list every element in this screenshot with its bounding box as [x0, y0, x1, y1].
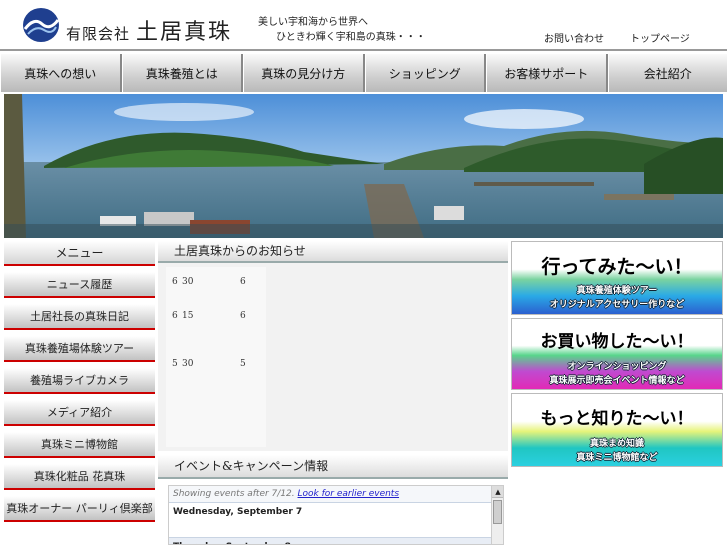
news-body: 6 30 6 6 15 6 5 30 5 — [158, 265, 508, 460]
menu-item-live-camera[interactable]: 養殖場ライブカメラ — [4, 368, 155, 394]
menu-item-owner-club[interactable]: 真珠オーナー パーリィ倶楽部 — [4, 496, 155, 522]
nav-item-pearl-farming[interactable]: 真珠養殖とは — [121, 54, 243, 92]
news-list-background — [166, 267, 266, 447]
bay-panorama-image — [4, 94, 723, 238]
nav-item-shopping[interactable]: ショッピング — [364, 54, 486, 92]
news-extra: 5 — [240, 359, 246, 369]
banner-learn[interactable]: もっと知りた～い！ 真珠まめ知識 真珠ミニ博物館など — [511, 393, 723, 467]
banner-headline: 行ってみた～い！ — [541, 256, 693, 278]
banner-line2: オリジナルアクセサリー作りなど — [549, 300, 685, 310]
banner-headline: お買い物した～い！ — [540, 332, 694, 352]
event-day: Thursday, September 8 — [169, 537, 503, 544]
scroll-up-icon[interactable]: ▲ — [492, 486, 503, 498]
tagline: 美しい宇和海から世界へ ひときわ輝く宇和島の真珠・・・ — [258, 15, 426, 45]
news-panel: 土居真珠からのお知らせ 6 30 6 6 15 6 5 30 5 — [158, 241, 508, 460]
header-divider — [0, 49, 727, 51]
news-extra: 6 — [240, 311, 246, 321]
banner-shopping[interactable]: お買い物した～い！ オンラインショッピング 真珠展示即売会イベント情報など — [511, 318, 723, 390]
news-day: 30 — [182, 277, 194, 287]
events-calendar: Showing events after 7/12. Look for earl… — [168, 485, 504, 545]
events-panel: イベント&キャンペーン情報 Showing events after 7/12.… — [158, 455, 508, 545]
banner-line1: 真珠養殖体験ツアー — [576, 286, 658, 296]
nav-item-pearl-identify[interactable]: 真珠の見分け方 — [243, 54, 365, 92]
news-extra: 6 — [240, 277, 246, 287]
banner-headline: もっと知りた～い！ — [540, 409, 694, 429]
events-note-text: Showing events after 7/12. — [173, 489, 295, 499]
event-day: Wednesday, September 7 — [169, 502, 503, 521]
nav-item-support[interactable]: お客様サポート — [486, 54, 608, 92]
news-month: 5 — [172, 359, 178, 369]
menu-item-mini-museum[interactable]: 真珠ミニ博物館 — [4, 432, 155, 458]
side-menu: メニュー ニュース履歴 土居社長の真珠日記 真珠養殖場体験ツアー 養殖場ライブカ… — [4, 241, 155, 545]
nav-item-pearl-thoughts[interactable]: 真珠への想い — [0, 54, 122, 92]
menu-item-farm-tour[interactable]: 真珠養殖場体験ツアー — [4, 336, 155, 362]
company-name: 有限会社 土居真珠 — [66, 14, 232, 46]
menu-item-media[interactable]: メディア紹介 — [4, 400, 155, 426]
top-page-link[interactable]: トップページ — [630, 30, 690, 45]
menu-item-president-diary[interactable]: 土居社長の真珠日記 — [4, 304, 155, 330]
menu-item-news-history[interactable]: ニュース履歴 — [4, 272, 155, 298]
scroll-thumb[interactable] — [493, 500, 502, 524]
banner-line2: 真珠展示即売会イベント情報など — [549, 376, 685, 386]
menu-item-cosmetics[interactable]: 真珠化粧品 花真珠 — [4, 464, 155, 490]
main-nav: 真珠への想い 真珠養殖とは 真珠の見分け方 ショッピング お客様サポート 会社紹… — [0, 54, 727, 92]
news-title: 土居真珠からのお知らせ — [158, 241, 508, 263]
company-main-name: 土居真珠 — [136, 20, 233, 45]
news-month: 6 — [172, 277, 178, 287]
news-month: 6 — [172, 311, 178, 321]
news-day: 30 — [182, 359, 194, 369]
banner-line1: 真珠まめ知識 — [589, 439, 644, 449]
nav-item-company[interactable]: 会社紹介 — [607, 54, 727, 92]
contact-link[interactable]: お問い合わせ — [544, 30, 604, 45]
tagline-line1: 美しい宇和海から世界へ — [258, 17, 368, 28]
company-prefix: 有限会社 — [66, 25, 131, 43]
banner-visit[interactable]: 行ってみた～い！ 真珠養殖体験ツアー オリジナルアクセサリー作りなど — [511, 241, 723, 315]
events-title: イベント&キャンペーン情報 — [158, 455, 508, 479]
menu-heading: メニュー — [4, 241, 155, 266]
banner-line1: オンラインショッピング — [567, 362, 667, 372]
news-day: 15 — [182, 311, 194, 321]
calendar-scrollbar[interactable]: ▲ — [491, 486, 503, 544]
banner-line2: 真珠ミニ博物館など — [576, 453, 658, 463]
earlier-events-link[interactable]: Look for earlier events — [298, 489, 400, 499]
site-header: 有限会社 土居真珠 美しい宇和海から世界へ ひときわ輝く宇和島の真珠・・・ お問い… — [0, 0, 727, 52]
company-logo-icon[interactable] — [22, 7, 60, 43]
tagline-line2: ひときわ輝く宇和島の真珠・・・ — [276, 32, 426, 43]
events-note: Showing events after 7/12. Look for earl… — [169, 486, 503, 502]
